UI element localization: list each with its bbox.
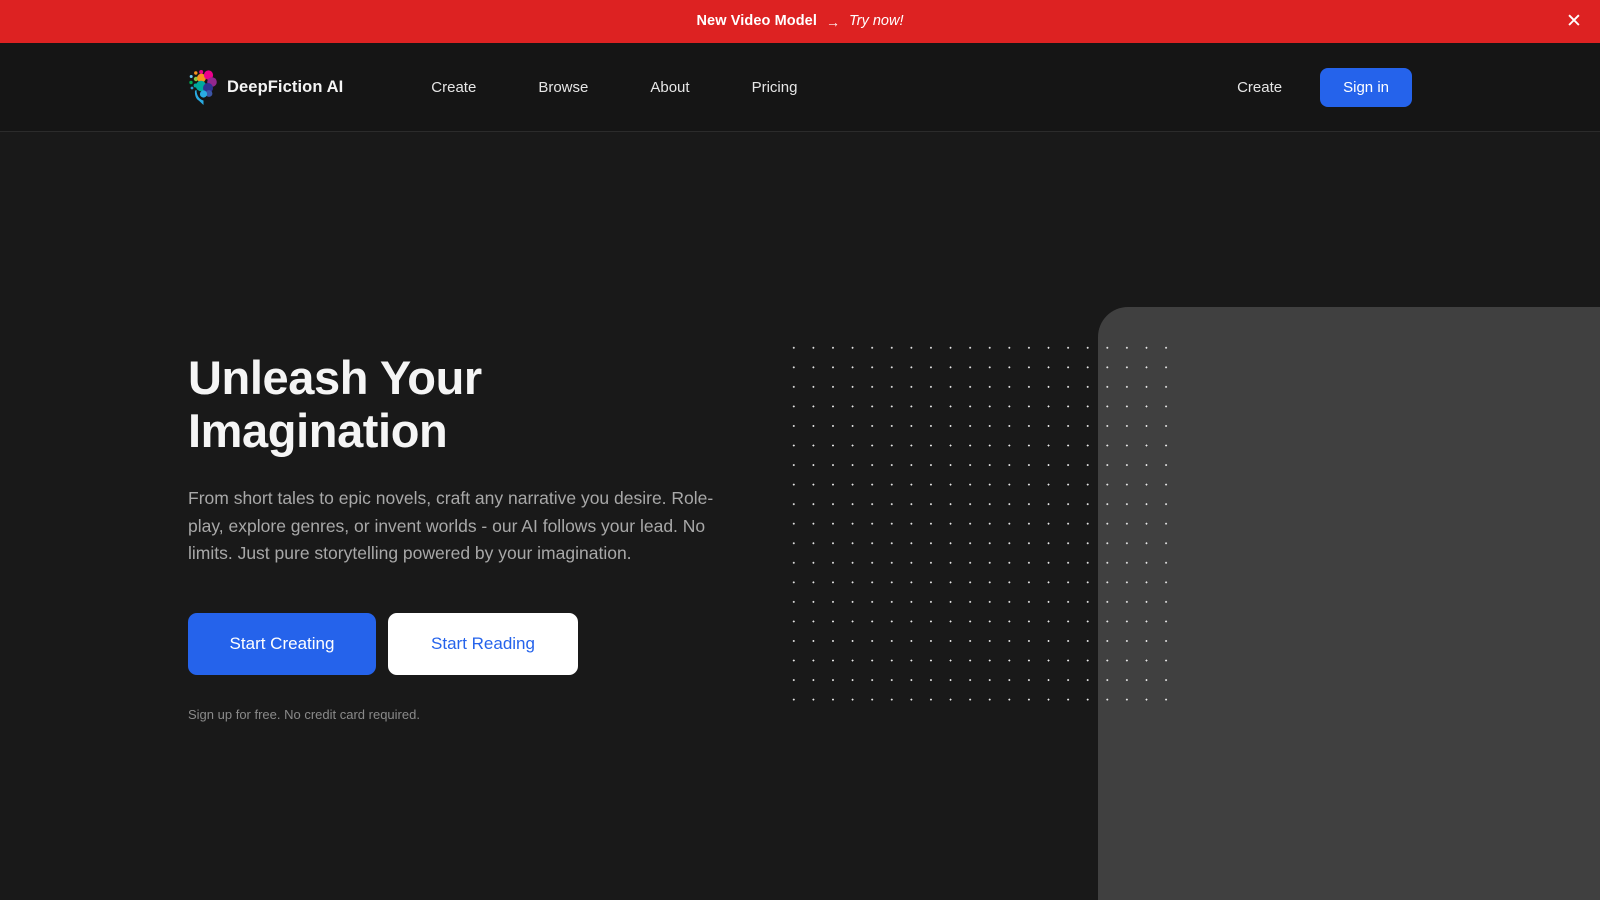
- nav-item-about[interactable]: About: [650, 71, 689, 104]
- main-navigation: Create Browse About Pricing: [431, 71, 797, 104]
- decorative-dot-grid: [784, 338, 1180, 718]
- brand-logo-link[interactable]: DeepFiction AI: [188, 69, 343, 105]
- brand-name: DeepFiction AI: [227, 77, 344, 96]
- hero-section: Unleash Your Imagination From short tale…: [0, 132, 1600, 900]
- hero-cta-group: Start Creating Start Reading: [188, 613, 748, 676]
- announcement-title: New Video Model: [696, 13, 817, 30]
- announcement-try-now-link[interactable]: Try now!: [849, 14, 904, 29]
- announcement-banner: New Video Model → Try now! ✕: [0, 0, 1600, 43]
- announcement-banner-content: New Video Model → Try now!: [696, 14, 903, 29]
- site-header: DeepFiction AI Create Browse About Prici…: [0, 43, 1600, 132]
- nav-item-pricing[interactable]: Pricing: [752, 71, 798, 104]
- close-icon[interactable]: ✕: [1561, 9, 1587, 35]
- nav-item-browse[interactable]: Browse: [538, 71, 588, 104]
- hero-content: Unleash Your Imagination From short tale…: [188, 351, 748, 723]
- header-create-link[interactable]: Create: [1237, 79, 1282, 96]
- page-title: Unleash Your Imagination: [188, 351, 482, 457]
- header-actions: Create Sign in: [1237, 67, 1412, 107]
- sign-in-button[interactable]: Sign in: [1320, 67, 1412, 107]
- arrow-right-icon: →: [825, 13, 840, 30]
- start-reading-button[interactable]: Start Reading: [388, 613, 578, 676]
- start-creating-button[interactable]: Start Creating: [188, 613, 376, 676]
- hero-subtitle: From short tales to epic novels, craft a…: [188, 488, 714, 564]
- signup-note: Sign up for free. No credit card require…: [188, 707, 420, 723]
- nav-item-create[interactable]: Create: [431, 71, 476, 104]
- brain-head-logo-icon: [188, 69, 218, 105]
